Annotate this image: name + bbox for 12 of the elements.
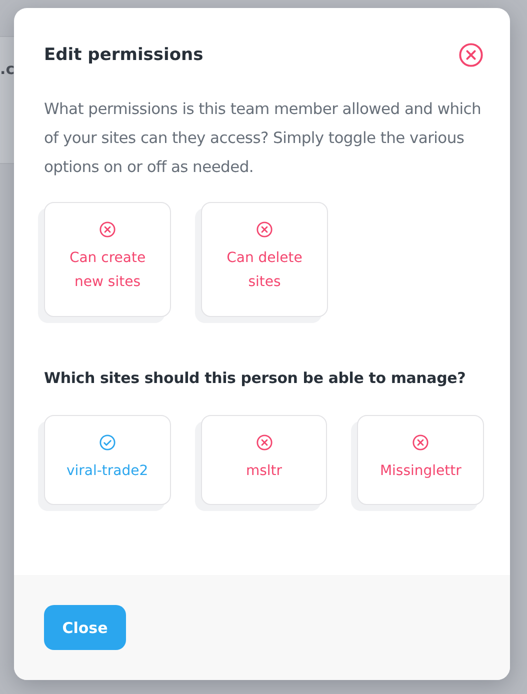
close-icon	[412, 434, 430, 451]
close-button[interactable]: Close	[44, 605, 126, 650]
dialog-title: Edit permissions	[44, 45, 204, 65]
sites-heading: Which sites should this person be able to manage?	[44, 369, 467, 387]
dialog-description: What permissions is this team member allowed and which of your sites can they access? Simply toggle the various options on or off as needed.	[44, 99, 482, 178]
close-button[interactable]	[458, 42, 484, 68]
close-icon	[256, 221, 273, 238]
close-icon	[256, 434, 272, 451]
background-text: .c	[0, 60, 15, 78]
close-icon	[99, 221, 116, 238]
close-icon	[458, 42, 484, 68]
check-icon	[98, 434, 116, 451]
